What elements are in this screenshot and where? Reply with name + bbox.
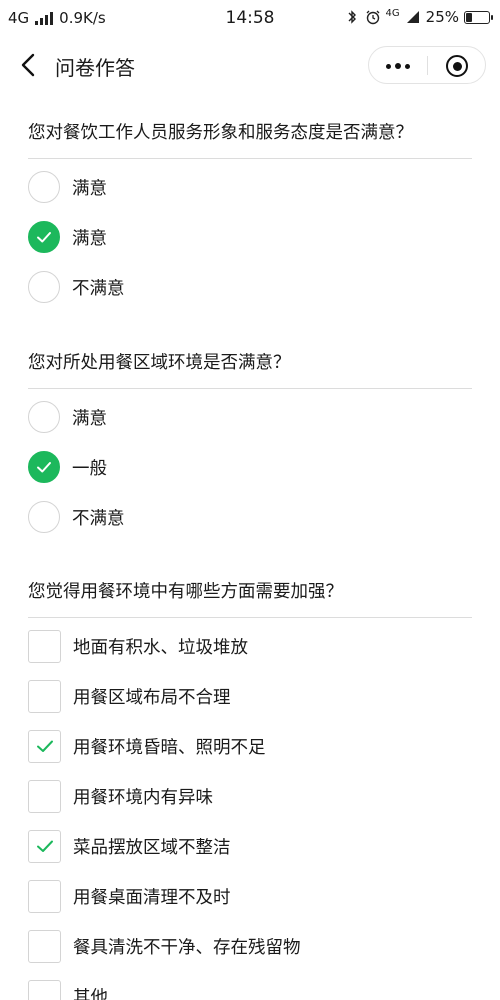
radio-option[interactable]: 不满意 (28, 492, 472, 542)
option-label: 一般 (72, 458, 107, 479)
battery-fill (466, 12, 472, 22)
battery-percent: 25% (425, 8, 459, 26)
checkbox-option[interactable]: 用餐环境内有异味 (28, 771, 472, 821)
close-target-icon (446, 55, 468, 77)
status-bar: 4G 0.9K/s 14:58 4G 25% (0, 0, 500, 36)
radio-option[interactable]: 满意 (28, 392, 472, 442)
option-label: 用餐区域布局不合理 (73, 687, 231, 708)
option-label: 用餐桌面清理不及时 (73, 887, 231, 908)
question-divider (28, 388, 472, 389)
back-arrow-icon[interactable] (14, 50, 44, 80)
nav-bar: 问卷作答 (0, 40, 500, 90)
checkbox-unchecked-icon[interactable] (28, 879, 61, 913)
option-label: 不满意 (72, 508, 125, 529)
signal-small-icon (406, 11, 419, 23)
more-dot-icon (405, 63, 410, 69)
network-type-small: 4G (385, 8, 400, 19)
checkbox-checked-icon[interactable] (28, 829, 61, 863)
checkbox-checked-icon[interactable] (28, 729, 61, 763)
radio-unchecked-icon[interactable] (28, 501, 60, 533)
checkbox-option[interactable]: 用餐桌面清理不及时 (28, 871, 472, 921)
option-list: 满意 满意 不满意 (28, 162, 472, 312)
question-title: 您对餐饮工作人员服务形象和服务态度是否满意？ (28, 123, 413, 143)
option-label: 用餐环境昏暗、照明不足 (73, 737, 266, 758)
checkbox-unchecked-icon[interactable] (28, 779, 61, 813)
radio-unchecked-icon[interactable] (28, 171, 60, 203)
option-list: 地面有积水、垃圾堆放 用餐区域布局不合理用餐环境昏暗、照明不足 用餐环境内有异味 菜品… (28, 621, 472, 1000)
question-block: 您对所处用餐区域环境是否满意？ 满意一般不满意 (28, 350, 472, 542)
page-title: 问卷作答 (55, 56, 135, 80)
option-list: 满意 一般 不满意 (28, 392, 472, 542)
mini-program-capsule (368, 46, 486, 84)
bluetooth-icon (348, 10, 356, 24)
option-label: 满意 (72, 408, 107, 429)
option-label: 其他 (73, 987, 108, 1000)
checkbox-option[interactable]: 餐具清洗不干净、存在残留物 (28, 921, 472, 971)
checkbox-option[interactable]: 菜品摆放区域不整洁 (28, 821, 472, 871)
option-label: 餐具清洗不干净、存在残留物 (73, 937, 301, 958)
checkbox-unchecked-icon[interactable] (28, 929, 61, 963)
more-dot-icon (395, 63, 401, 69)
checkbox-option[interactable]: 其他 (28, 971, 472, 1000)
question-block: 您对餐饮工作人员服务形象和服务态度是否满意？ 满意 满意 不满意 (28, 120, 472, 312)
option-label: 满意 (72, 228, 107, 249)
question-title: 您觉得用餐环境中有哪些方面需要加强？ (28, 582, 343, 602)
battery-icon (464, 10, 493, 24)
option-label: 满意 (72, 178, 107, 199)
radio-checked-icon[interactable] (28, 221, 60, 253)
checkbox-option[interactable]: 地面有积水、垃圾堆放 (28, 621, 472, 671)
more-dot-icon (386, 63, 391, 69)
close-button[interactable] (428, 47, 486, 85)
question-divider (28, 617, 472, 618)
checkbox-option[interactable]: 用餐区域布局不合理 (28, 671, 472, 721)
checkbox-unchecked-icon[interactable] (28, 629, 61, 663)
option-label: 用餐环境内有异味 (73, 787, 213, 808)
option-label: 不满意 (72, 278, 125, 299)
option-label: 菜品摆放区域不整洁 (73, 837, 231, 858)
radio-option[interactable]: 一般 (28, 442, 472, 492)
radio-option[interactable]: 满意 (28, 162, 472, 212)
checkbox-unchecked-icon[interactable] (28, 979, 61, 1000)
more-button[interactable] (369, 47, 427, 85)
radio-unchecked-icon[interactable] (28, 401, 60, 433)
alarm-icon (366, 10, 379, 25)
radio-unchecked-icon[interactable] (28, 271, 60, 303)
question-divider (28, 158, 472, 159)
question-title: 您对所处用餐区域环境是否满意？ (28, 353, 291, 373)
option-label: 地面有积水、垃圾堆放 (73, 637, 248, 658)
radio-checked-icon[interactable] (28, 451, 60, 483)
checkbox-unchecked-icon[interactable] (28, 679, 61, 713)
checkbox-option[interactable]: 用餐环境昏暗、照明不足 (28, 721, 472, 771)
radio-option[interactable]: 不满意 (28, 262, 472, 312)
question-block: 您觉得用餐环境中有哪些方面需要加强？ 地面有积水、垃圾堆放 用餐区域布局不合理 用餐环… (28, 579, 472, 1000)
radio-option[interactable]: 满意 (28, 212, 472, 262)
